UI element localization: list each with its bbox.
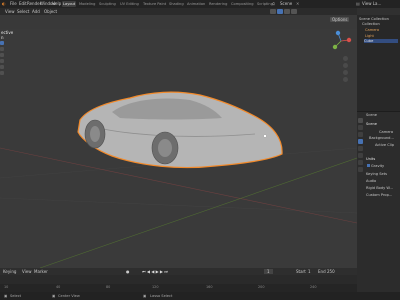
timeline-header: Keying View Marker ● ⏮ ◀ ◀ ▶ ▶ ⏭ 1 Start…: [0, 268, 357, 275]
end-frame-label: End: [318, 269, 326, 274]
timeline-tick: 10: [4, 285, 9, 289]
world-properties-icon[interactable]: [358, 146, 363, 151]
workspace-tab-shading[interactable]: Shading: [168, 1, 185, 7]
timeline-tick: 40: [56, 285, 61, 289]
timeline-panel[interactable]: Keying View Marker ● ⏮ ◀ ◀ ▶ ▶ ⏭ 1 Start…: [0, 268, 357, 292]
timeline-view-menu[interactable]: View: [22, 269, 32, 274]
audio-section[interactable]: Audio: [366, 179, 376, 183]
render-properties-icon[interactable]: [358, 125, 363, 130]
outliner-scene-collection[interactable]: Scene Collection: [359, 17, 389, 21]
menu-help[interactable]: Help: [52, 1, 61, 6]
rigid-body-world-section[interactable]: Rigid Body W...: [366, 186, 393, 190]
custom-properties-section[interactable]: Custom Prop...: [366, 193, 392, 197]
car-model[interactable]: [0, 8, 357, 268]
object-properties-icon[interactable]: [358, 153, 363, 158]
scene-section-header[interactable]: Scene: [366, 122, 377, 126]
start-frame-label: Start: [296, 269, 306, 274]
outliner-panel[interactable]: Scene Collection Collection Camera Light…: [357, 8, 400, 111]
camera-field-label: Camera: [379, 130, 394, 134]
3d-viewport[interactable]: View Select Add Object Options ective n: [0, 8, 357, 268]
outliner-item-camera[interactable]: Camera: [365, 28, 379, 32]
outliner-header: [357, 8, 400, 15]
timeline-marker-menu[interactable]: Marker: [34, 269, 48, 274]
menu-file[interactable]: File: [10, 1, 17, 6]
status-select-hint: Select: [10, 293, 22, 298]
scene-properties-icon[interactable]: [358, 139, 363, 144]
tool-properties-icon[interactable]: [358, 118, 363, 123]
timeline-tick: 200: [258, 285, 265, 289]
outliner-item-cube[interactable]: Cube: [364, 39, 398, 43]
outliner-item-collection[interactable]: Collection: [362, 22, 380, 26]
timeline-ruler[interactable]: 10 40 80 120 160 200 240: [0, 284, 357, 292]
workspace-tab-rendering[interactable]: Rendering: [208, 1, 228, 7]
checkbox-checked-icon: [367, 164, 370, 167]
workspace-tab-layout[interactable]: Layout: [62, 1, 77, 7]
workspace-tab-modeling[interactable]: Modeling: [78, 1, 96, 7]
current-frame-field[interactable]: 1: [264, 269, 273, 274]
playback-controls[interactable]: ⏮ ◀ ◀ ▶ ▶ ⏭: [142, 269, 168, 274]
scene-icon[interactable]: ⛭: [272, 1, 275, 6]
mouse-right-icon: ▣: [143, 293, 147, 298]
units-section-header[interactable]: Units: [366, 157, 375, 161]
menu-edit[interactable]: Edit: [19, 1, 27, 6]
top-menubar: ◐ File Edit Render Window Help Layout Mo…: [0, 0, 400, 8]
start-frame-field[interactable]: 1: [308, 269, 311, 274]
timeline-tick: 80: [106, 285, 111, 289]
gravity-label: Gravity: [371, 164, 385, 168]
outliner-item-light[interactable]: Light: [365, 34, 374, 38]
keying-sets-section[interactable]: Keying Sets: [366, 172, 387, 176]
end-frame-field[interactable]: 250: [327, 269, 335, 274]
close-icon[interactable]: ✕: [296, 1, 299, 6]
timeline-tick: 120: [152, 285, 159, 289]
record-icon[interactable]: ●: [126, 269, 130, 274]
timeline-keying-menu[interactable]: Keying: [3, 269, 16, 274]
status-lasso-hint: Lasso Select: [150, 293, 173, 298]
workspace-tab-uv-editing[interactable]: UV Editing: [119, 1, 140, 7]
timeline-tick: 160: [206, 285, 213, 289]
mouse-left-icon: ▣: [4, 293, 8, 298]
workspace-tab-sculpting[interactable]: Sculpting: [98, 1, 117, 7]
workspace-tab-compositing[interactable]: Compositing: [230, 1, 255, 7]
workspace-tab-texture-paint[interactable]: Texture Paint: [142, 1, 167, 7]
active-clip-field-label: Active Clip: [375, 143, 395, 147]
properties-panel[interactable]: Scene Scene Camera Background... Active …: [357, 112, 400, 300]
background-field-label: Background...: [369, 136, 394, 140]
properties-context-label: Scene: [366, 113, 377, 117]
material-properties-icon[interactable]: [358, 167, 363, 172]
mouse-middle-icon: ▣: [52, 293, 56, 298]
scene-selector[interactable]: Scene: [280, 1, 292, 6]
workspace-tab-animation[interactable]: Animation: [186, 1, 206, 7]
status-bar: ▣ Select ▣ Center View ▣ Lasso Select: [0, 292, 400, 300]
modifier-properties-icon[interactable]: [358, 160, 363, 165]
timeline-tick: 240: [310, 285, 317, 289]
status-center-view-hint: Center View: [58, 293, 80, 298]
object-origin-icon: [263, 134, 267, 138]
gravity-checkbox[interactable]: Gravity: [367, 164, 384, 168]
output-properties-icon[interactable]: [358, 132, 363, 137]
blender-logo-icon[interactable]: ◐: [2, 1, 6, 6]
view-layer-selector[interactable]: View La...: [362, 1, 381, 6]
view-layer-icon[interactable]: ▤: [356, 1, 360, 6]
